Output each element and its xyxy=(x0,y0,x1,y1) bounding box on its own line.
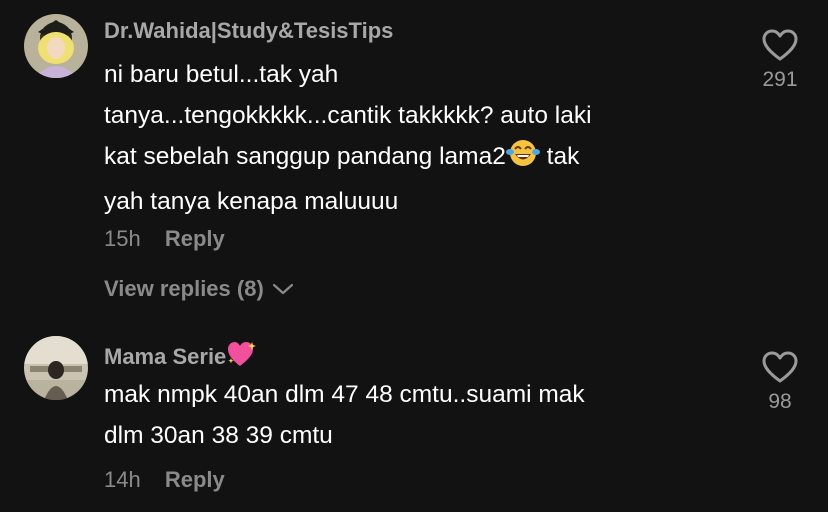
comment-meta: 15h Reply xyxy=(104,226,225,252)
reply-button[interactable]: Reply xyxy=(165,467,225,492)
view-replies-label: View replies (8) xyxy=(104,276,264,301)
chevron-down-icon xyxy=(264,276,294,302)
comment-text-line: kat sebelah sanggup pandang lama2 tak xyxy=(104,136,704,181)
comment-time: 15h xyxy=(104,226,141,251)
comment-text-line: tanya...tengokkkkk...cantik takkkkk? aut… xyxy=(104,102,592,129)
comment-time: 14h xyxy=(104,467,141,492)
reply-button[interactable]: Reply xyxy=(165,226,225,251)
avatar[interactable] xyxy=(24,336,88,400)
comment-text-line: yah tanya kenapa maluuuu xyxy=(104,188,399,215)
comment-text: ni baru betul...tak yah tanya...tengokkk… xyxy=(104,54,704,222)
comment-text-line: ni baru betul...tak yah xyxy=(104,61,339,88)
like-count: 98 xyxy=(768,390,792,413)
like-button[interactable]: 291 xyxy=(752,28,808,92)
comment-username[interactable]: Mama Serie xyxy=(104,340,258,374)
sparkling-heart-icon xyxy=(226,340,258,374)
comment-text: mak nmpk 40an dlm 47 48 cmtu..suami mak … xyxy=(104,374,704,456)
heart-icon xyxy=(752,350,808,384)
comment-text-line: mak nmpk 40an dlm 47 48 cmtu..suami mak xyxy=(104,381,585,408)
comment-username[interactable]: Dr.Wahida|Study&TesisTips xyxy=(104,18,393,44)
face-with-tears-of-joy-icon xyxy=(505,138,540,181)
view-replies-button[interactable]: View replies (8) xyxy=(104,276,294,302)
avatar[interactable] xyxy=(24,14,88,78)
comment-meta: 14h Reply xyxy=(104,467,225,493)
like-count: 291 xyxy=(762,68,798,91)
comment-text-line: dlm 30an 38 39 cmtu xyxy=(104,422,333,449)
like-button[interactable]: 98 xyxy=(752,350,808,414)
heart-icon xyxy=(752,28,808,62)
